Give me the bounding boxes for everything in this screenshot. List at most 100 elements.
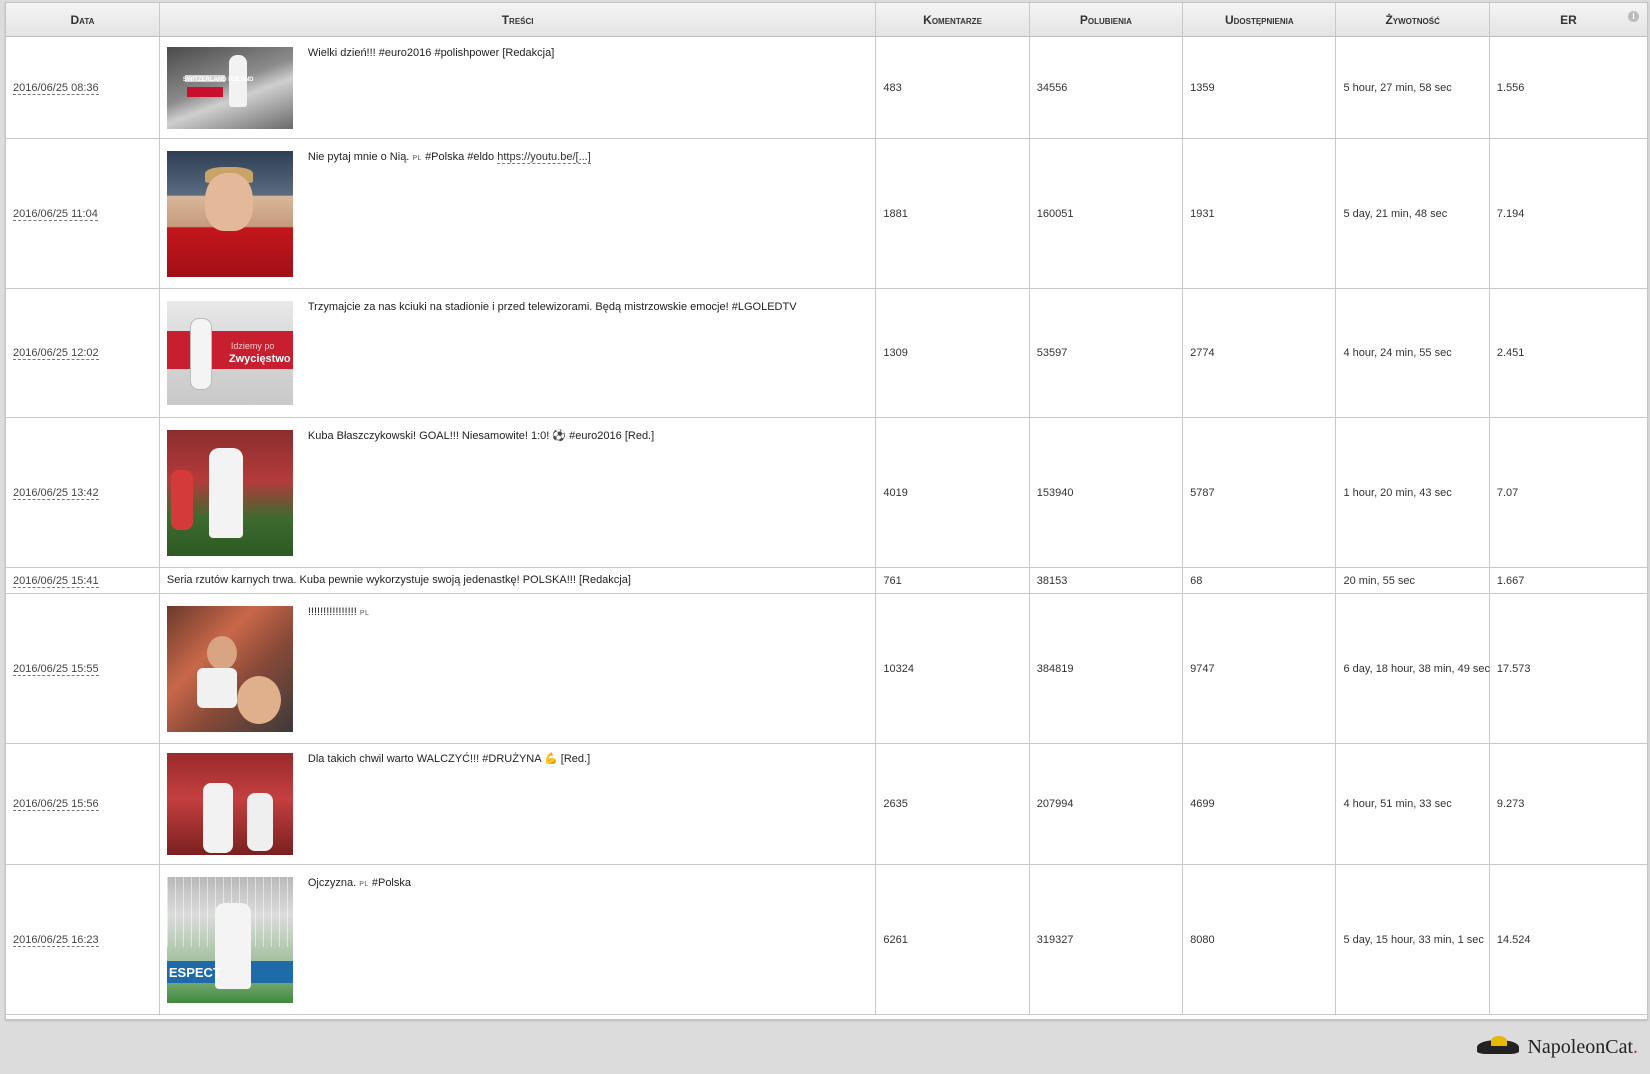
lifetime-cell: 6 day, 18 hour, 38 min, 49 sec bbox=[1335, 593, 1490, 744]
content-cell: SWITZERLAND POLAND Wielki dzień!!! #euro… bbox=[159, 36, 877, 139]
shares-cell: 8080 bbox=[1182, 864, 1337, 1015]
column-header-label: Udostępnienia bbox=[1224, 12, 1294, 27]
brand-dot: . bbox=[1633, 1035, 1638, 1058]
post-text: Kuba Błaszczykowski! GOAL!!! Niesamowite… bbox=[307, 429, 655, 442]
table-row: 2016/06/25 11:04 Nie pytaj mnie o Nią. P… bbox=[6, 138, 1647, 289]
likes-cell: 207994 bbox=[1029, 743, 1184, 865]
post-date-link[interactable]: 2016/06/25 15:56 bbox=[13, 798, 99, 811]
column-header-label: ER bbox=[1560, 12, 1577, 27]
column-header-content[interactable]: Treści bbox=[159, 3, 877, 37]
post-text-part: Ojczyzna. bbox=[307, 876, 357, 889]
lifetime-cell: 20 min, 55 sec bbox=[1335, 567, 1490, 594]
post-date-link[interactable]: 2016/06/25 13:42 bbox=[13, 486, 99, 500]
column-header-likes[interactable]: Polubienia bbox=[1029, 3, 1184, 37]
likes-cell: 38153 bbox=[1029, 567, 1184, 594]
column-header-label: Żywotność bbox=[1385, 12, 1440, 27]
brand-logo[interactable]: NapoleonCat. bbox=[1475, 1034, 1638, 1060]
post-text: !!!!!!!!!!!!!!!! PL bbox=[308, 606, 370, 620]
shares-cell: 9747 bbox=[1182, 593, 1337, 744]
info-icon[interactable]: i bbox=[1628, 11, 1639, 22]
table-row: 2016/06/25 16:23 ESPECT Ojczyzna. PL #Po… bbox=[6, 864, 1647, 1015]
column-header-label: Komentarze bbox=[923, 12, 982, 27]
post-text-part: #Polska #eldo bbox=[425, 150, 495, 163]
comments-cell: 2635 bbox=[875, 743, 1030, 865]
column-header-lifetime[interactable]: Żywotność bbox=[1335, 3, 1490, 37]
post-text: Trzymajcie za nas kciuki na stadionie i … bbox=[307, 301, 797, 313]
shares-cell: 68 bbox=[1182, 567, 1337, 594]
post-text: Seria rzutów karnych trwa. Kuba pewnie w… bbox=[166, 574, 631, 586]
table-row: 2016/06/25 13:42 Kuba Błaszczykowski! GO… bbox=[6, 417, 1647, 568]
post-date-link[interactable]: 2016/06/25 15:55 bbox=[13, 662, 99, 676]
er-cell: 2.451 bbox=[1489, 288, 1647, 418]
post-thumbnail[interactable] bbox=[166, 753, 293, 855]
post-thumbnail[interactable]: ESPECT bbox=[166, 876, 293, 1003]
lifetime-cell: 4 hour, 51 min, 33 sec bbox=[1335, 743, 1490, 865]
thumbnail-caption: SWITZERLAND POLAND bbox=[182, 76, 254, 83]
flag-pl-icon: PL bbox=[359, 609, 370, 617]
shares-cell: 4699 bbox=[1182, 743, 1337, 865]
thumbnail-caption: ESPECT bbox=[168, 964, 221, 980]
post-thumbnail[interactable]: Idziemy po Zwycięstwo bbox=[166, 301, 293, 405]
date-cell: 2016/06/25 15:55 bbox=[6, 593, 160, 744]
column-header-label: Polubienia bbox=[1079, 12, 1132, 27]
column-header-comments[interactable]: Komentarze bbox=[875, 3, 1030, 37]
post-date-link[interactable]: 2016/06/25 15:41 bbox=[13, 574, 99, 588]
er-cell: 1.667 bbox=[1489, 567, 1647, 594]
comments-cell: 10324 bbox=[875, 593, 1030, 744]
brand-name: NapoleonCat. bbox=[1527, 1036, 1638, 1059]
likes-cell: 384819 bbox=[1029, 593, 1184, 744]
column-header-shares[interactable]: Udostępnienia bbox=[1182, 3, 1337, 37]
table-row: 2016/06/25 12:02 Idziemy po Zwycięstwo T… bbox=[6, 288, 1647, 418]
column-header-label: Data bbox=[70, 12, 95, 27]
posts-panel: Data Treści Komentarze Polubienia Udostę… bbox=[5, 2, 1648, 1020]
post-text: Wielki dzień!!! #euro2016 #polishpower [… bbox=[307, 46, 555, 59]
post-text-part: !!!!!!!!!!!!!!!! bbox=[307, 605, 357, 618]
content-cell: Kuba Błaszczykowski! GOAL!!! Niesamowite… bbox=[159, 417, 877, 568]
er-cell: 9.273 bbox=[1489, 743, 1647, 865]
post-thumbnail[interactable] bbox=[166, 429, 293, 556]
likes-cell: 153940 bbox=[1029, 417, 1184, 568]
table-row: 2016/06/25 08:36 SWITZERLAND POLAND Wiel… bbox=[6, 36, 1647, 139]
date-cell: 2016/06/25 12:02 bbox=[6, 288, 160, 418]
likes-cell: 53597 bbox=[1029, 288, 1184, 418]
date-cell: 2016/06/25 15:41 bbox=[6, 567, 160, 594]
er-cell: 1.556 bbox=[1489, 36, 1647, 139]
likes-cell: 160051 bbox=[1029, 138, 1184, 289]
er-cell: 7.194 bbox=[1489, 138, 1647, 289]
lifetime-cell: 5 day, 15 hour, 33 min, 1 sec bbox=[1335, 864, 1490, 1015]
er-cell: 14.524 bbox=[1489, 864, 1647, 1015]
thumbnail-caption: Zwycięstwo bbox=[228, 353, 291, 365]
column-header-label: Treści bbox=[501, 12, 534, 27]
date-cell: 2016/06/25 13:42 bbox=[6, 417, 160, 568]
post-date-link[interactable]: 2016/06/25 12:02 bbox=[13, 347, 99, 360]
column-header-date[interactable]: Data bbox=[6, 3, 160, 37]
comments-cell: 1309 bbox=[875, 288, 1030, 418]
date-cell: 2016/06/25 15:56 bbox=[6, 743, 160, 865]
er-cell: 17.573 bbox=[1489, 593, 1647, 744]
content-cell: Seria rzutów karnych trwa. Kuba pewnie w… bbox=[159, 567, 877, 594]
napoleon-cat-hat-icon bbox=[1475, 1034, 1521, 1060]
comments-cell: 6261 bbox=[875, 864, 1030, 1015]
lifetime-cell: 5 hour, 27 min, 58 sec bbox=[1335, 36, 1490, 139]
date-cell: 2016/06/25 08:36 bbox=[6, 36, 160, 139]
post-thumbnail[interactable]: SWITZERLAND POLAND bbox=[166, 46, 293, 129]
table-row: 2016/06/25 15:41 Seria rzutów karnych tr… bbox=[6, 567, 1647, 594]
posts-table: Data Treści Komentarze Polubienia Udostę… bbox=[6, 3, 1647, 1015]
content-cell: !!!!!!!!!!!!!!!! PL bbox=[159, 593, 877, 744]
brand-text: NapoleonCat bbox=[1527, 1035, 1633, 1058]
post-thumbnail[interactable] bbox=[166, 605, 293, 732]
post-date-link[interactable]: 2016/06/25 08:36 bbox=[13, 81, 99, 95]
shares-cell: 5787 bbox=[1182, 417, 1337, 568]
table-header-row: Data Treści Komentarze Polubienia Udostę… bbox=[6, 3, 1647, 37]
date-cell: 2016/06/25 11:04 bbox=[6, 138, 160, 289]
post-date-link[interactable]: 2016/06/25 16:23 bbox=[13, 933, 99, 947]
post-thumbnail[interactable] bbox=[166, 150, 293, 277]
post-link[interactable]: https://youtu.be/[...] bbox=[497, 150, 591, 164]
thumbnail-caption: Idziemy po bbox=[230, 341, 275, 351]
column-header-er[interactable]: ER i bbox=[1489, 3, 1647, 37]
post-date-link[interactable]: 2016/06/25 11:04 bbox=[13, 207, 98, 221]
post-text: Dla takich chwil warto WALCZYĆ!!! #DRUŻY… bbox=[307, 753, 591, 765]
flag-pl-icon: PL bbox=[412, 154, 422, 162]
lifetime-cell: 4 hour, 24 min, 55 sec bbox=[1335, 288, 1490, 418]
er-cell: 7.07 bbox=[1489, 417, 1647, 568]
